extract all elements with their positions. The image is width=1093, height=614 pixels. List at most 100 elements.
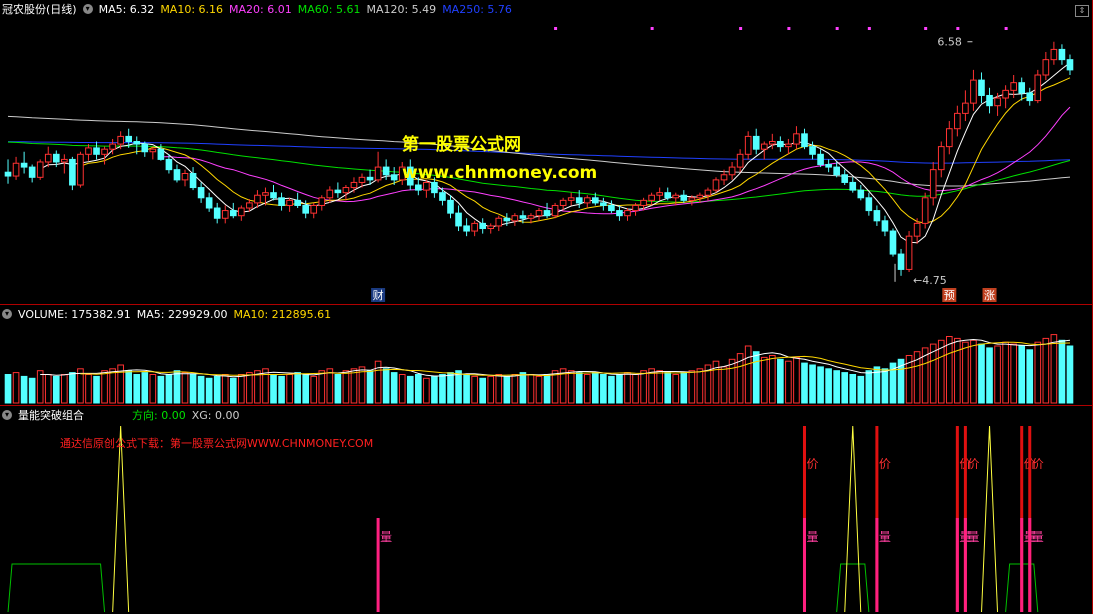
candle-body [535, 210, 543, 217]
volume-bar [744, 345, 752, 404]
volume-bar [398, 374, 406, 404]
candlestick-chart[interactable]: 6.58 ←4.75 财 预 涨 [0, 0, 1093, 305]
candle-body [12, 162, 20, 177]
candle-body [173, 169, 181, 181]
volume-bar [728, 358, 736, 404]
candle-body [897, 253, 905, 270]
volume-bar [69, 372, 76, 404]
volume-bar [318, 370, 326, 404]
volume-bar [189, 374, 197, 404]
volume-bar [752, 351, 760, 404]
stock-name[interactable]: 冠农股份(日线) [2, 1, 77, 17]
volume-bar [519, 372, 527, 404]
volume-bar [575, 372, 583, 404]
candle-body [656, 192, 663, 196]
volume-bar [511, 374, 519, 404]
candle-body [672, 194, 680, 199]
candle-body [1034, 74, 1042, 102]
ma10-line [80, 77, 1071, 224]
watermark-url: www.chnmoney.com [402, 163, 598, 183]
candle-body [36, 161, 44, 178]
candle-body [696, 194, 704, 199]
volume-bar [246, 372, 253, 404]
candle-body [1002, 89, 1009, 99]
volume-bar [648, 368, 655, 404]
signal-dot [924, 27, 928, 30]
volume-bar [342, 370, 350, 404]
ma20-legend: MA20: 6.01 [229, 2, 292, 16]
volume-bar [93, 375, 100, 404]
volume-bar [471, 375, 478, 404]
candle-body [1018, 82, 1026, 94]
volume-bar [125, 370, 133, 404]
candle-body [543, 210, 551, 217]
expand-icon[interactable]: ⇕ [1075, 5, 1089, 17]
candle-body [4, 171, 12, 177]
volume-bar [527, 374, 535, 404]
volume-bar [4, 374, 12, 404]
volume-bar [1050, 334, 1058, 404]
candle-body [262, 192, 269, 196]
volume-ma10: MA10: 212895.61 [233, 307, 332, 321]
candle-body [431, 181, 438, 194]
volume-bar [28, 377, 36, 404]
volume-bar [567, 370, 575, 404]
volume-bar [793, 356, 800, 404]
candle-body [189, 172, 197, 189]
candle-body [294, 199, 301, 206]
breakout-triangle [844, 425, 862, 613]
candle-body [302, 204, 310, 214]
candle-body [785, 143, 792, 148]
volume-bar [680, 372, 688, 404]
volume-bar [382, 368, 390, 404]
settings-circle-icon[interactable]: ▾ [82, 4, 93, 14]
volume-bar [1058, 339, 1066, 404]
volume-label: VOLUME: 175382.91 [18, 307, 131, 321]
volume-bar [390, 372, 398, 404]
candle-body [221, 210, 229, 219]
candle-body [841, 174, 849, 183]
ma10-legend: MA10: 6.16 [160, 2, 224, 16]
indicator-settings-icon[interactable]: ▾ [2, 410, 12, 420]
indicator-name[interactable]: 量能突破组合 [18, 407, 126, 423]
candle-body [793, 133, 800, 145]
candle-body [20, 162, 28, 168]
candle-body [342, 187, 350, 194]
volume-bar [165, 374, 173, 404]
volume-bar [881, 368, 889, 404]
volume-panel[interactable]: ▾ VOLUME: 175382.91 MA5: 229929.00 MA10:… [0, 305, 1093, 406]
volume-bar [1026, 349, 1034, 404]
candle-body [760, 143, 768, 150]
volume-bar [278, 375, 285, 404]
signal-dot [650, 27, 654, 30]
volume-bar [302, 374, 310, 404]
candle-body [970, 79, 977, 104]
candle-body [229, 210, 237, 217]
candle-body [463, 225, 470, 232]
volume-bar [801, 362, 808, 404]
volume-bar [415, 374, 422, 404]
volume-bar [970, 339, 977, 404]
candle-body [608, 204, 615, 212]
candle-body [857, 189, 865, 199]
volume-bar [696, 368, 704, 404]
candle-body [197, 187, 205, 199]
signal-dot [867, 27, 871, 30]
volume-bar [350, 368, 358, 404]
volume-bar [632, 374, 639, 404]
candle-body [777, 141, 784, 148]
candle-body [238, 207, 245, 217]
volume-settings-icon[interactable]: ▾ [2, 309, 12, 319]
volume-bar [1034, 341, 1042, 404]
indicator-panel[interactable]: 价价价价价价量量量量量量量 ▾ 量能突破组合 方向: 0.00 XG: 0.00… [0, 406, 1093, 614]
indicator-panel-header: ▾ 量能突破组合 方向: 0.00 XG: 0.00 [2, 407, 239, 423]
candle-body [366, 176, 374, 181]
candle-body [728, 166, 736, 176]
candle-body [551, 204, 559, 217]
volume-panel-header: ▾ VOLUME: 175382.91 MA5: 229929.00 MA10:… [2, 306, 331, 322]
volume-bar [431, 375, 438, 404]
volume-bar [101, 370, 108, 404]
candle-body [768, 141, 776, 145]
price-panel[interactable]: 6.58 ←4.75 财 预 涨 冠农股份(日线) ▾ MA5: 6.32 MA10: … [0, 0, 1093, 305]
volume-bar [36, 370, 44, 404]
